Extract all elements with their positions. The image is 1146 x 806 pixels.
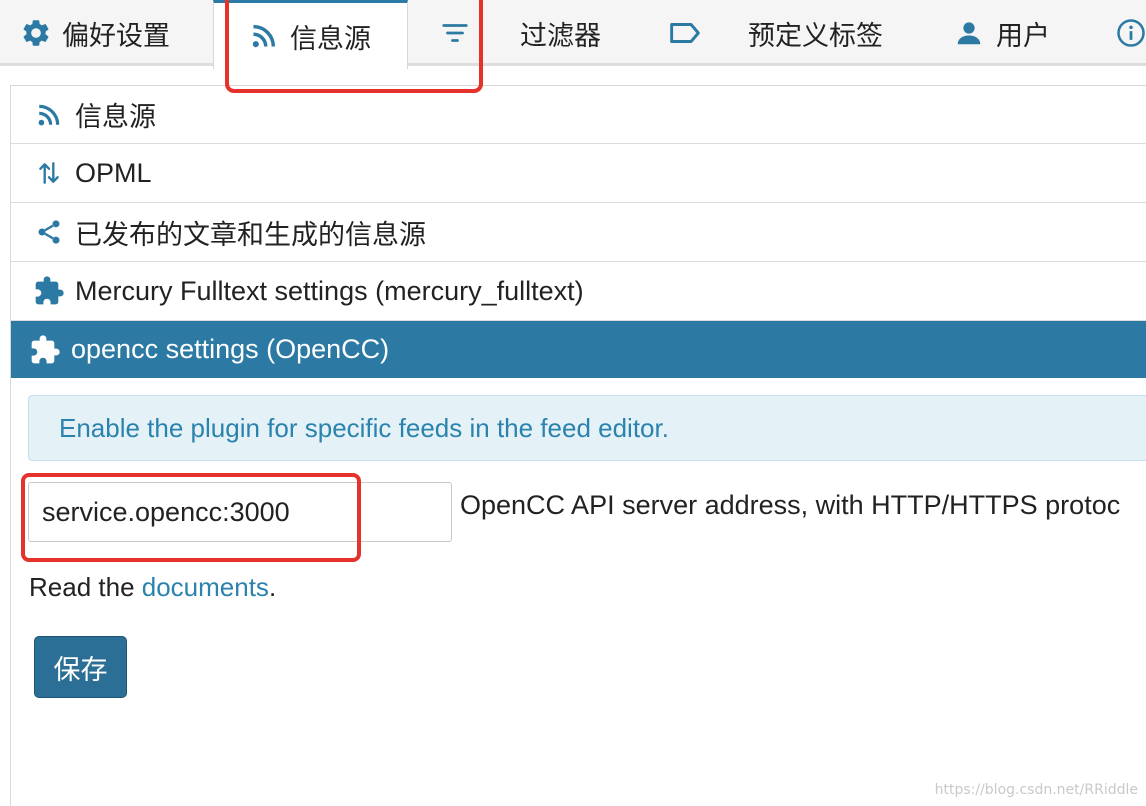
user-icon — [954, 18, 984, 48]
opencc-api-server-input[interactable] — [28, 482, 452, 542]
preferences-feeds-panel: 信息源 OPML 已发布的文章和生成的信息源 Mercury Fulltext … — [10, 85, 1146, 806]
puzzle-icon — [29, 275, 69, 307]
watermark: https://blog.csdn.net/RRiddle — [934, 782, 1138, 798]
save-button[interactable]: 保存 — [34, 636, 127, 698]
accordion-header-opml[interactable]: OPML — [11, 144, 1146, 203]
accordion-published-label: 已发布的文章和生成的信息源 — [75, 219, 426, 250]
info-notice: Enable the plugin for specific feeds in … — [28, 395, 1146, 461]
tab-preferences-label: 偏好设置 — [62, 20, 170, 51]
accordion-header-published[interactable]: 已发布的文章和生成的信息源 — [11, 203, 1146, 262]
accordion-opencc-label: opencc settings (OpenCC) — [71, 334, 390, 364]
preferences-tab-bar: 偏好设置 信息源 过滤器 预定义标签 用户 — [0, 0, 1146, 69]
tab-feeds[interactable]: 信息源 — [213, 0, 408, 69]
tab-users[interactable]: 用户 — [954, 0, 1050, 66]
accordion-header-mercury[interactable]: Mercury Fulltext settings (mercury_fullt… — [11, 262, 1146, 321]
tag-icon — [668, 18, 702, 48]
rss-icon — [250, 22, 278, 50]
rss-icon — [29, 102, 69, 128]
read-documents-text: Read the documents. — [29, 572, 276, 603]
sort-arrows-icon — [29, 159, 69, 187]
accordion-feeds-label: 信息源 — [75, 102, 156, 132]
tab-feeds-label: 信息源 — [290, 23, 371, 54]
tab-labels-icon[interactable] — [668, 0, 702, 66]
share-icon — [29, 218, 69, 246]
tab-info[interactable] — [1116, 0, 1146, 66]
tab-filters-label: 过滤器 — [520, 20, 601, 51]
filter-icon — [440, 18, 470, 48]
tab-filters-icon[interactable] — [440, 0, 470, 66]
documents-link[interactable]: documents — [142, 572, 269, 602]
accordion-header-opencc[interactable]: opencc settings (OpenCC) — [11, 321, 1146, 378]
accordion-opml-label: OPML — [75, 157, 152, 188]
puzzle-icon — [25, 334, 65, 366]
tab-filters[interactable]: 过滤器 — [520, 0, 601, 66]
tab-labels-label: 预定义标签 — [748, 20, 883, 51]
opencc-api-server-help: OpenCC API server address, with HTTP/HTT… — [460, 490, 1121, 520]
gear-icon — [20, 17, 52, 49]
accordion-header-feeds[interactable]: 信息源 — [11, 86, 1146, 144]
info-icon — [1116, 18, 1146, 48]
tab-users-label: 用户 — [996, 20, 1050, 51]
read-documents-prefix: Read the — [29, 572, 142, 602]
read-documents-suffix: . — [268, 572, 277, 602]
tab-labels[interactable]: 预定义标签 — [748, 0, 883, 66]
accordion-mercury-label: Mercury Fulltext settings (mercury_fullt… — [75, 275, 584, 306]
tab-preferences[interactable]: 偏好设置 — [20, 0, 170, 66]
